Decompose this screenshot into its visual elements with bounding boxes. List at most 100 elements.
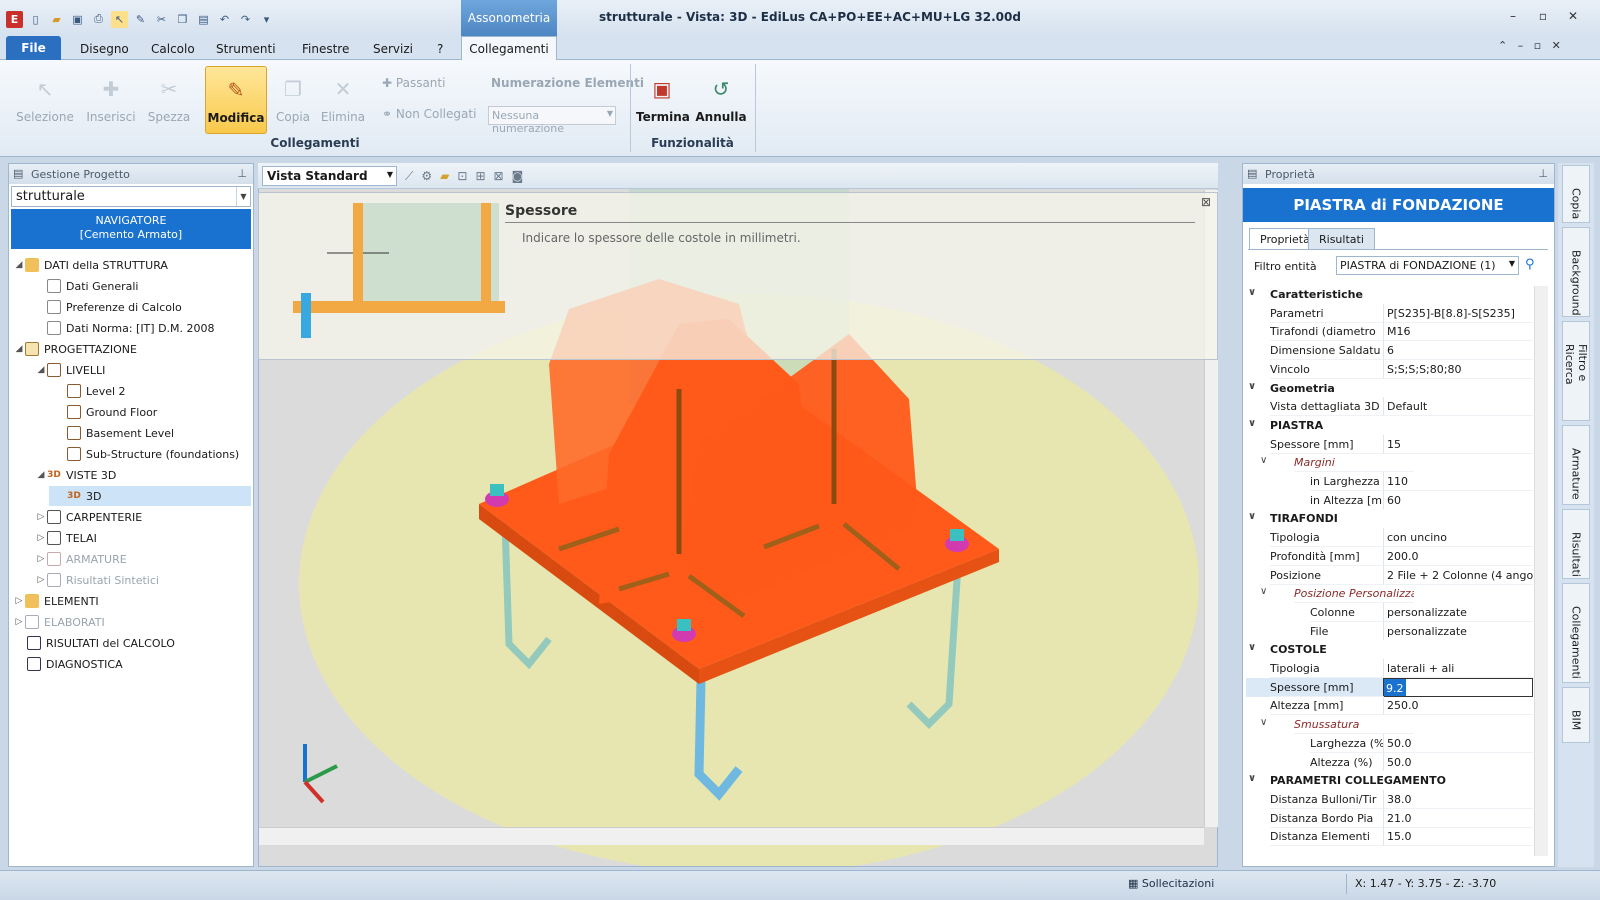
- tool-icon[interactable]: ⚙: [421, 169, 440, 183]
- property-row[interactable]: Distanza Bordo Pia 21.0: [1246, 808, 1533, 828]
- wand-icon[interactable]: ✎: [132, 11, 149, 28]
- undo-icon[interactable]: ↶: [216, 11, 233, 28]
- collapse-icon[interactable]: ∨: [1248, 511, 1256, 522]
- tree-item[interactable]: ▷ ELABORATI: [13, 612, 105, 632]
- tree-item-selected[interactable]: 3D 3D: [49, 486, 251, 506]
- close-help-icon[interactable]: ⊠: [1201, 195, 1211, 209]
- tree-item[interactable]: Preferenze di Calcolo: [35, 297, 182, 317]
- property-category[interactable]: ∨ PARAMETRI COLLEGAMENTO: [1246, 771, 1533, 791]
- property-row[interactable]: Spessore [mm] 9.2: [1246, 677, 1533, 697]
- elimina-button[interactable]: ✕ Elimina: [314, 66, 372, 134]
- property-category[interactable]: ∨ Geometria: [1246, 378, 1533, 398]
- property-row[interactable]: File personalizzate: [1246, 621, 1533, 641]
- menu-servizi[interactable]: Servizi: [363, 39, 423, 59]
- collapse-icon[interactable]: ∨: [1260, 586, 1267, 597]
- property-row[interactable]: Tipologia con uncino: [1246, 528, 1533, 548]
- menu-collegamenti[interactable]: Collegamenti: [461, 36, 557, 61]
- modifica-button[interactable]: ✎ Modifica: [205, 66, 267, 134]
- collapse-icon[interactable]: ∨: [1260, 717, 1267, 728]
- app-logo-icon[interactable]: E: [6, 10, 23, 28]
- copy-icon[interactable]: ❐: [174, 11, 191, 28]
- property-row[interactable]: Vista dettagliata 3D Default: [1246, 397, 1533, 417]
- property-row[interactable]: Larghezza (%) 50.0: [1246, 733, 1533, 753]
- minimize-button[interactable]: –: [1503, 9, 1523, 27]
- property-category[interactable]: ∨ TIRAFONDI: [1246, 509, 1533, 529]
- menu-calcolo[interactable]: Calcolo: [141, 39, 205, 59]
- cut-icon[interactable]: ✂: [153, 11, 170, 28]
- property-row[interactable]: Altezza (%) 50.0: [1246, 752, 1533, 772]
- pin-icon[interactable]: ⊥: [1538, 167, 1548, 180]
- property-row[interactable]: Vincolo S;S;S;S;80;80: [1246, 359, 1533, 379]
- collapse-icon[interactable]: ∨: [1248, 773, 1256, 784]
- tree-item[interactable]: Level 2: [67, 381, 126, 401]
- sidetab-armature[interactable]: Armature: [1562, 425, 1590, 505]
- tool-icon[interactable]: ⊠: [494, 169, 512, 183]
- non-collegati-button[interactable]: ⚭ Non Collegati: [382, 107, 476, 121]
- collapse-icon[interactable]: ∨: [1248, 381, 1256, 392]
- collapse-icon[interactable]: ∨: [1260, 455, 1267, 466]
- property-edit-input[interactable]: 9.2: [1383, 677, 1533, 697]
- menu-finestre[interactable]: Finestre: [292, 39, 359, 59]
- pin-icon[interactable]: ⊥: [237, 167, 247, 180]
- property-row[interactable]: Distanza Bulloni/Tir 38.0: [1246, 789, 1533, 809]
- sidetab-copia[interactable]: Copia: [1562, 165, 1590, 223]
- expand-icon[interactable]: ▷: [35, 554, 47, 564]
- print-icon[interactable]: ⎙: [90, 11, 107, 28]
- tree-item[interactable]: Dati Norma: [IT] D.M. 2008: [35, 318, 215, 338]
- property-subcategory[interactable]: ∨ Margini: [1246, 453, 1533, 473]
- property-row[interactable]: Spessore [mm] 15: [1246, 434, 1533, 454]
- tree-item[interactable]: ▷ ELEMENTI: [13, 591, 99, 611]
- tree-item[interactable]: RISULTATI del CALCOLO: [27, 633, 175, 653]
- entity-filter-select[interactable]: PIASTRA di FONDAZIONE (1) ▼: [1336, 256, 1519, 275]
- tree-item[interactable]: ◢ LIVELLI: [35, 360, 105, 380]
- sidetab-filtro-ricerca[interactable]: Filtro e Ricerca: [1562, 321, 1590, 421]
- search-icon[interactable]: ⚲: [1525, 257, 1535, 272]
- project-select[interactable]: strutturale ▼: [11, 186, 251, 207]
- paste-icon[interactable]: ▤: [195, 11, 212, 28]
- properties-scrollbar[interactable]: [1534, 286, 1548, 856]
- tree-item[interactable]: ◢ PROGETTAZIONE: [13, 339, 137, 359]
- tree-item[interactable]: ▷ ARMATURE: [35, 549, 127, 569]
- tree-item[interactable]: Ground Floor: [67, 402, 157, 422]
- view-tools[interactable]: ⟋⚙▰⊡⊞⊠◙: [405, 169, 531, 184]
- tree-item[interactable]: Sub-Structure (foundations): [67, 444, 239, 464]
- collapse-icon[interactable]: ∨: [1248, 642, 1256, 653]
- sidetab-bim[interactable]: BIM: [1562, 687, 1590, 743]
- property-row[interactable]: Altezza [mm] 250.0: [1246, 696, 1533, 716]
- expand-icon[interactable]: ▷: [35, 512, 47, 522]
- tool-icon[interactable]: ⊞: [475, 169, 493, 183]
- tree-item[interactable]: ▷ TELAI: [35, 528, 97, 548]
- new-file-icon[interactable]: ▯: [27, 11, 44, 28]
- tree-item[interactable]: ◢ DATI della STRUTTURA: [13, 255, 168, 275]
- expand-icon[interactable]: ▷: [13, 596, 25, 606]
- tool-icon[interactable]: ⟋: [405, 169, 421, 183]
- inserisci-button[interactable]: ✚ Inserisci: [82, 66, 140, 134]
- maximize-button[interactable]: ▫: [1533, 9, 1553, 27]
- numerazione-select[interactable]: Nessuna numerazione ▼: [488, 106, 616, 135]
- tool-icon[interactable]: ▰: [440, 169, 457, 183]
- property-row[interactable]: Tipologia laterali + ali: [1246, 659, 1533, 678]
- ribbon-collapse-icon[interactable]: ⌃ – ▫ ✕: [1498, 39, 1561, 52]
- selezione-button[interactable]: ↖ Selezione: [16, 66, 74, 134]
- navigator-banner[interactable]: NAVIGATORE [Cemento Armato]: [11, 209, 251, 249]
- property-row[interactable]: Posizione 2 File + 2 Colonne (4 angoli): [1246, 565, 1533, 585]
- property-category[interactable]: ∨ PIASTRA: [1246, 415, 1533, 435]
- annulla-button[interactable]: ↺ Annulla: [694, 66, 748, 134]
- termina-button[interactable]: ▣ Termina: [636, 66, 690, 134]
- menu-strumenti[interactable]: Strumenti: [206, 39, 286, 59]
- property-row[interactable]: Tirafondi (diametro M16: [1246, 322, 1533, 342]
- tool-icon[interactable]: ⊡: [457, 169, 475, 183]
- select-pointer-icon[interactable]: ↖: [111, 10, 128, 28]
- collapse-icon[interactable]: ◢: [35, 365, 47, 375]
- property-row[interactable]: Parametri P[S235]-B[8.8]-S[S235]: [1246, 303, 1533, 323]
- expand-icon[interactable]: ▷: [35, 533, 47, 543]
- sidetab-collegamenti[interactable]: Collegamenti: [1562, 583, 1590, 683]
- tree-item[interactable]: ▷ Risultati Sintetici: [35, 570, 159, 590]
- property-row[interactable]: Profondità [mm] 200.0: [1246, 546, 1533, 566]
- property-row[interactable]: in Larghezza [110: [1246, 472, 1533, 491]
- horizontal-scrollbar[interactable]: [259, 827, 1204, 845]
- close-button[interactable]: ✕: [1563, 9, 1583, 27]
- collapse-icon[interactable]: ◢: [13, 344, 25, 354]
- tab-risultati[interactable]: Risultati: [1308, 228, 1375, 250]
- tree-item[interactable]: Dati Generali: [35, 276, 138, 296]
